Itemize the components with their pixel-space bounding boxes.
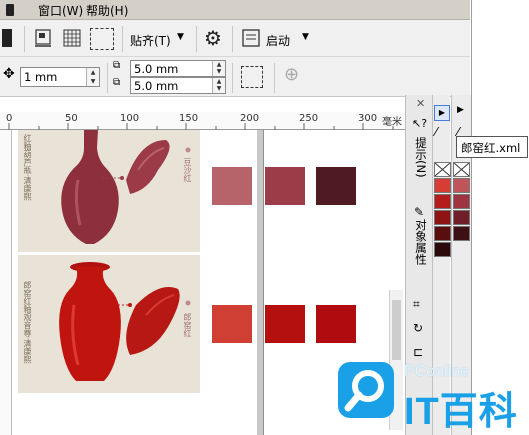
palette-swatch[interactable] xyxy=(453,226,470,241)
vase-caption: 红釉葫芦瓶·清康熙 xyxy=(23,134,32,201)
pconline-logo xyxy=(338,362,394,418)
palette-swatch[interactable] xyxy=(453,178,470,193)
palette-swatch[interactable] xyxy=(434,242,451,257)
vase-artwork-top[interactable]: 红釉葫芦瓶·清康熙 豆沙红 xyxy=(18,130,200,252)
property-bar: ✥ ▲▼ ⧉ ▲▼ ⧉ ▲▼ ⊕ xyxy=(0,57,470,97)
duplicate-x-spinner[interactable]: ▲ ▼ xyxy=(212,61,225,76)
duplicate-y-spinner[interactable]: ▲ ▼ xyxy=(212,78,225,93)
menu-edge-marker xyxy=(6,4,14,16)
palette-swatch[interactable] xyxy=(434,210,451,225)
application-launcher-button[interactable]: 启动 xyxy=(266,32,290,49)
langyao-red-vase-image xyxy=(59,262,191,381)
glaze-name-tag: 豆沙红 xyxy=(183,158,192,182)
object-properties-docker-tab[interactable]: 对象属性 xyxy=(413,219,429,265)
palette-swatch[interactable] xyxy=(434,178,451,193)
toolbar-divider xyxy=(196,26,197,52)
help-pointer-icon[interactable]: ↖? xyxy=(412,117,427,130)
duplicate-distance-x-input[interactable] xyxy=(131,61,225,76)
toolbar-divider xyxy=(232,26,233,52)
vertical-ruler[interactable] xyxy=(0,130,12,435)
color-swatch[interactable] xyxy=(212,305,252,343)
watermark-brand: PConline xyxy=(404,363,469,380)
toolbar-divider xyxy=(107,63,108,93)
color-swatch[interactable] xyxy=(212,167,252,205)
nudge-distance-field[interactable]: ▲▼ xyxy=(20,67,100,87)
palette-arrow-icon[interactable]: ▶ xyxy=(457,105,464,115)
chevron-down-icon[interactable]: ▼ xyxy=(302,32,309,42)
magnifier-icon xyxy=(344,370,384,412)
duplicate-distance-y-input[interactable] xyxy=(131,78,225,93)
watermark-title: IT百科 xyxy=(404,391,518,433)
nudge-icon: ✥ xyxy=(3,66,15,82)
page-border-line xyxy=(263,130,264,435)
nudge-spinner[interactable]: ▲ ▼ xyxy=(86,68,99,86)
import-icon[interactable] xyxy=(2,29,12,47)
toolbar-divider xyxy=(232,63,233,93)
color-swatch[interactable] xyxy=(316,305,356,343)
standard-toolbar: 贴齐(T) ▼ ⚙ 启动 ▼ xyxy=(0,20,470,57)
toolbar-divider xyxy=(24,26,25,52)
toolbar-divider xyxy=(122,26,123,52)
menu-window[interactable]: 窗口(W) xyxy=(38,2,83,19)
palette-swatch[interactable] xyxy=(434,226,451,241)
color-swatch[interactable] xyxy=(265,305,305,343)
snap-to-button[interactable]: 贴齐(T) xyxy=(130,32,171,49)
duplicate-distance-y-field[interactable]: ▲▼ xyxy=(130,77,226,94)
palette-swatch[interactable] xyxy=(453,194,470,209)
vase-artwork-bottom[interactable]: 郎窑红釉观音尊·清康熙 郎窑红 xyxy=(18,255,200,393)
properties-icon: ✎ xyxy=(414,205,425,219)
menu-help[interactable]: 帮助(H) xyxy=(86,2,128,19)
add-preset-icon[interactable]: ⊕ xyxy=(284,64,299,85)
crop-icon[interactable]: ⊏ xyxy=(413,345,423,359)
right-margin xyxy=(471,0,529,435)
glaze-name-tag: 郎窑红 xyxy=(183,313,192,337)
scrollbar-thumb[interactable] xyxy=(392,300,401,360)
align-icon[interactable]: ⌗ xyxy=(413,297,420,312)
close-icon[interactable]: ✕ xyxy=(416,97,425,110)
guidelines-icon[interactable] xyxy=(90,28,114,50)
palette-swatch[interactable] xyxy=(453,210,470,225)
horizontal-ruler[interactable]: 0 50 100 150 200 250 300 毫米 xyxy=(0,112,405,130)
palette-tooltip: 郎窑红.xml xyxy=(456,136,528,158)
chevron-down-icon[interactable]: ▼ xyxy=(177,32,184,42)
color-swatch[interactable] xyxy=(316,167,356,205)
hints-docker-tab[interactable]: 提示(N) xyxy=(413,137,429,178)
duplicate-x-icon: ⧉ xyxy=(113,60,121,71)
toolbar-divider xyxy=(274,63,275,93)
color-swatch[interactable] xyxy=(265,167,305,205)
duplicate-distance-x-field[interactable]: ▲▼ xyxy=(130,60,226,77)
options-gear-icon[interactable]: ⚙ xyxy=(204,28,224,48)
bean-red-vase-image xyxy=(61,130,191,244)
transform-icon[interactable]: ↻ xyxy=(413,321,423,335)
grid-icon[interactable] xyxy=(62,28,82,48)
ruler-ticks xyxy=(8,123,394,130)
vase-caption: 郎窑红釉观音尊·清康熙 xyxy=(23,281,32,364)
palette-swatch[interactable] xyxy=(434,194,451,209)
palette-arrow-icon[interactable]: ▶ xyxy=(434,105,450,121)
bounding-box-icon[interactable] xyxy=(241,66,263,88)
application-launcher-icon[interactable] xyxy=(241,28,261,48)
no-fill-swatch[interactable] xyxy=(434,162,451,177)
no-fill-swatch[interactable] xyxy=(453,162,470,177)
menu-bar: 窗口(W) 帮助(H) xyxy=(0,0,470,20)
eyedropper-icon[interactable]: ⁄ xyxy=(435,125,437,139)
page-layout-icon[interactable] xyxy=(33,28,53,48)
duplicate-y-icon: ⧉ xyxy=(113,77,121,88)
